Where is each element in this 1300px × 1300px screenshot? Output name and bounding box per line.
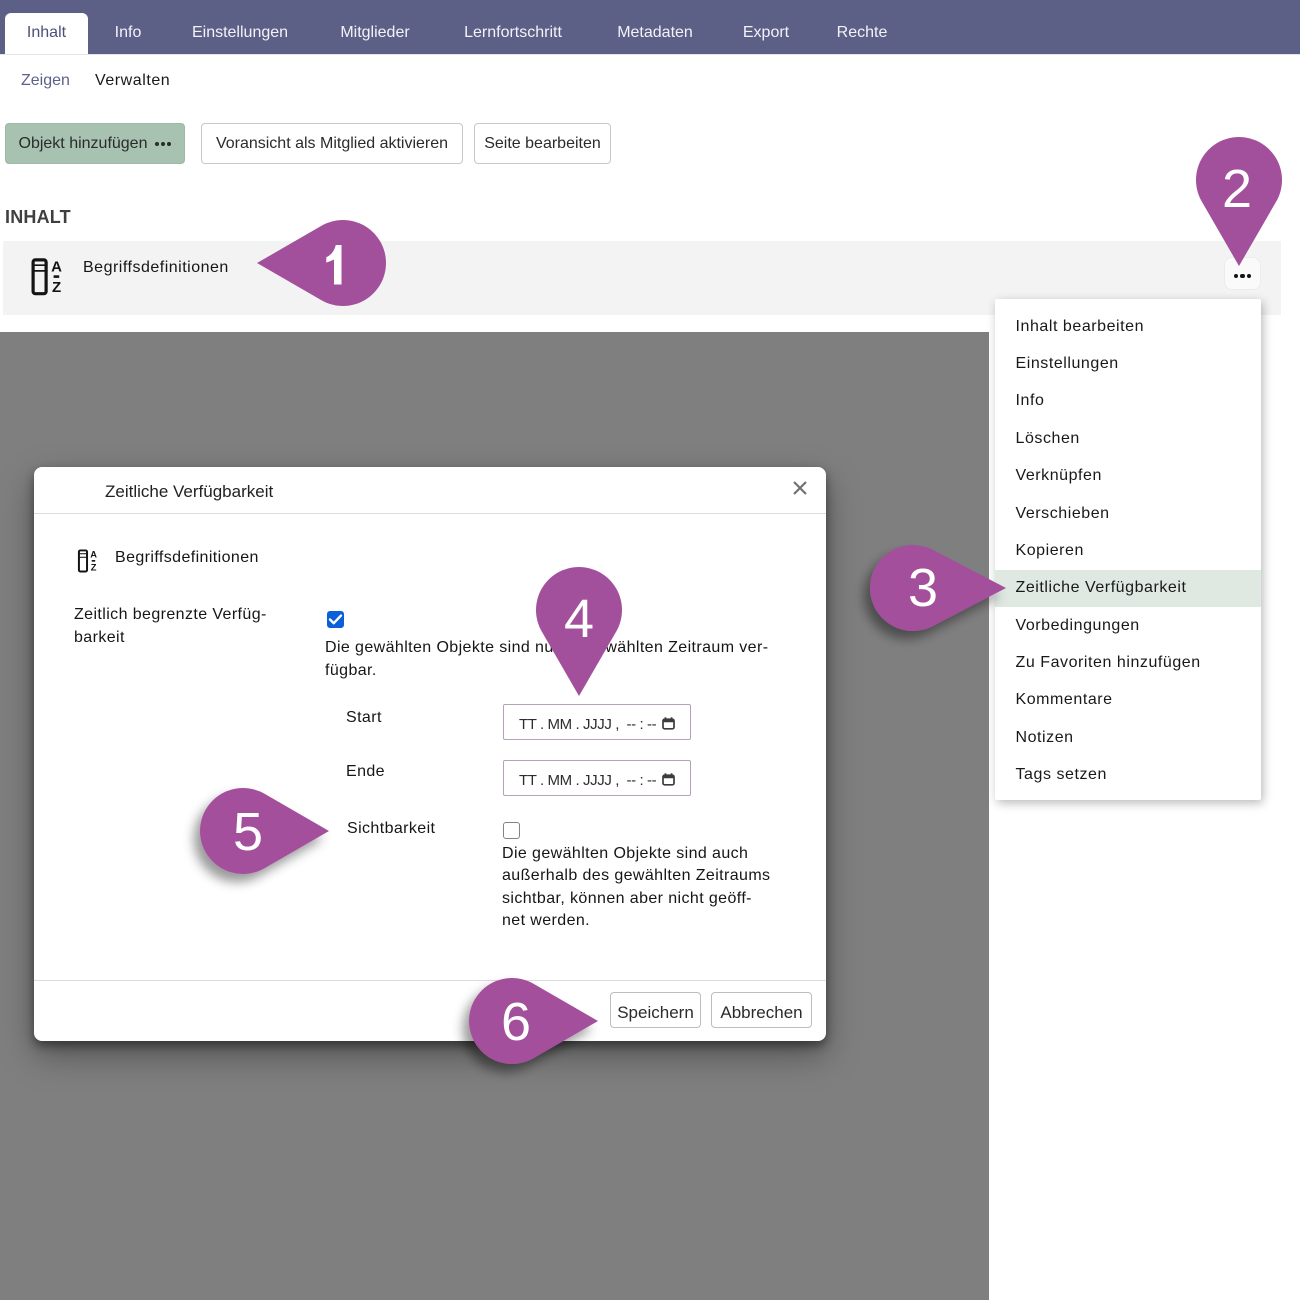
svg-text:Z: Z: [91, 562, 97, 572]
svg-text:A: A: [51, 259, 62, 276]
svg-text:2: 2: [1222, 159, 1252, 219]
svg-text:A: A: [90, 550, 97, 560]
svg-text:Z: Z: [52, 279, 61, 296]
